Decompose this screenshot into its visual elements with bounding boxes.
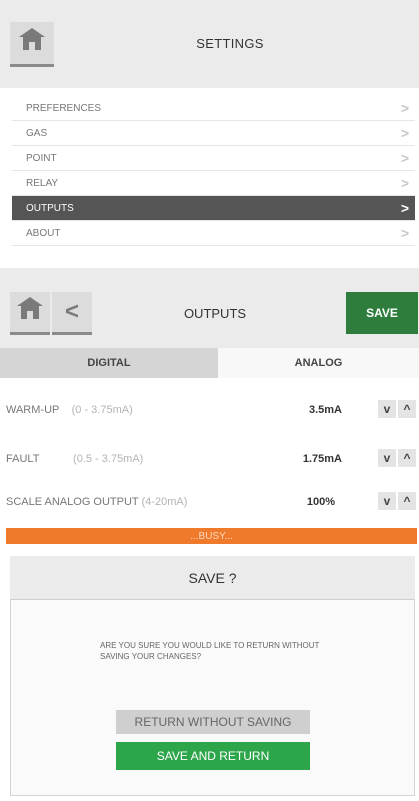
chevron-right-icon: > <box>400 200 409 216</box>
fault-label: FAULT (0.5 - 3.75mA) <box>6 453 143 465</box>
setting-name: WARM-UP <box>6 404 60 416</box>
increment-button[interactable]: ^ <box>398 400 416 418</box>
setting-range: (0.5 - 3.75mA) <box>73 453 144 465</box>
setting-range: (0 - 3.75mA) <box>71 404 133 416</box>
warmup-value: 3.5mA <box>308 404 342 416</box>
scale-analog-value: 100% <box>306 496 335 508</box>
menu-item-outputs[interactable]: OUTPUTS > <box>12 196 415 221</box>
decrement-button[interactable]: v <box>378 492 396 510</box>
fault-value: 1.75mA <box>302 453 342 465</box>
save-and-return-button[interactable]: SAVE AND RETURN <box>116 742 310 770</box>
setting-name: SCALE ANALOG OUTPUT <box>6 496 139 508</box>
menu-item-label: RELAY <box>26 177 59 189</box>
settings-menu: PREFERENCES > GAS > POINT > RELAY > OUTP… <box>12 96 415 246</box>
dialog-title: SAVE ? <box>10 556 415 600</box>
back-chevron-icon: < <box>64 298 79 325</box>
chevron-right-icon: > <box>400 100 409 116</box>
tab-digital[interactable]: DIGITAL <box>0 348 218 378</box>
page-title: OUTPUTS <box>183 306 247 321</box>
back-button[interactable]: < <box>52 292 92 335</box>
increment-button[interactable]: ^ <box>398 449 416 467</box>
setting-name: FAULT <box>6 453 40 465</box>
return-without-saving-button[interactable]: RETURN WITHOUT SAVING <box>116 710 310 734</box>
menu-item-point[interactable]: POINT > <box>12 146 415 171</box>
menu-item-label: PREFERENCES <box>26 102 102 114</box>
menu-item-label: GAS <box>26 127 48 139</box>
scale-analog-stepper: v ^ <box>376 492 416 510</box>
menu-item-about[interactable]: ABOUT > <box>12 221 415 246</box>
page-title: SETTINGS <box>196 36 264 51</box>
home-icon <box>19 28 45 50</box>
menu-item-relay[interactable]: RELAY > <box>12 171 415 196</box>
home-button[interactable] <box>10 22 54 67</box>
dialog-message: ARE YOU SURE YOU WOULD LIKE TO RETURN WI… <box>100 641 320 661</box>
tab-analog[interactable]: ANALOG <box>218 348 419 378</box>
chevron-right-icon: > <box>400 150 409 166</box>
menu-item-label: ABOUT <box>26 227 61 239</box>
fault-stepper: v ^ <box>376 449 416 467</box>
setting-range: (4-20mA) <box>141 496 188 508</box>
scale-analog-label: SCALE ANALOG OUTPUT (4-20mA) <box>6 496 187 508</box>
home-button[interactable] <box>10 292 50 335</box>
menu-item-label: OUTPUTS <box>26 202 74 214</box>
warmup-label: WARM-UP (0 - 3.75mA) <box>6 404 133 416</box>
menu-item-preferences[interactable]: PREFERENCES > <box>12 96 415 121</box>
chevron-right-icon: > <box>400 225 409 241</box>
chevron-right-icon: > <box>400 125 409 141</box>
increment-button[interactable]: ^ <box>398 492 416 510</box>
decrement-button[interactable]: v <box>378 449 396 467</box>
menu-item-label: POINT <box>26 152 57 164</box>
warmup-stepper: v ^ <box>376 400 416 418</box>
chevron-right-icon: > <box>400 175 409 191</box>
menu-item-gas[interactable]: GAS > <box>12 121 415 146</box>
home-icon <box>17 297 43 319</box>
busy-banner: ...BUSY... <box>6 528 417 544</box>
decrement-button[interactable]: v <box>378 400 396 418</box>
save-button[interactable]: SAVE <box>346 292 418 334</box>
